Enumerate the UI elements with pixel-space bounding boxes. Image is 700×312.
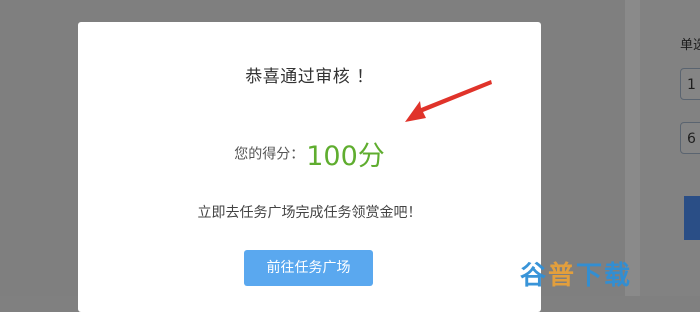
- background-option-label: 单选: [680, 38, 700, 53]
- go-to-task-square-button[interactable]: 前往任务广场: [244, 250, 373, 286]
- dialog-title: 恭喜通过审核 ！: [245, 67, 374, 87]
- score-label: 您的得分：: [234, 146, 305, 163]
- background-blue-block: [684, 196, 700, 240]
- score-row: 您的得分：100分: [78, 134, 541, 173]
- instruction-text: 立即去任务广场完成任务领赏金吧！: [197, 205, 422, 221]
- score-value: 100分: [306, 141, 385, 172]
- watermark-char: 谷: [520, 261, 549, 291]
- watermark-logo: 谷普下载: [520, 255, 632, 292]
- watermark-char: 普: [548, 261, 577, 291]
- background-input-field[interactable]: 1: [680, 68, 700, 100]
- background-divider: [625, 0, 640, 296]
- background-input-field[interactable]: 6: [680, 122, 700, 154]
- watermark-char: 下载: [576, 261, 633, 291]
- success-dialog: 恭喜通过审核 ！ 您的得分：100分 立即去任务广场完成任务领赏金吧！ 前往任务…: [78, 22, 541, 312]
